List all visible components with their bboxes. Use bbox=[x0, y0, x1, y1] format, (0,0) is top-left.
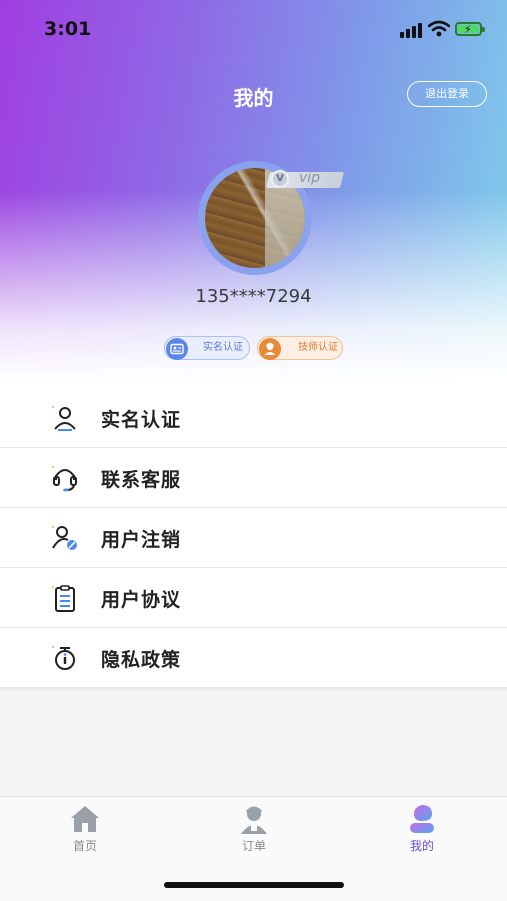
menu-item-realname[interactable]: 实名认证 bbox=[0, 388, 507, 448]
menu-item-label: 用户协议 bbox=[101, 589, 182, 611]
home-indicator bbox=[164, 882, 344, 888]
profile-header: 3:01 ⚡ 我的 退出登录 V vip 135****7294 实名认证 技师… bbox=[0, 0, 507, 390]
mine-icon bbox=[410, 805, 434, 833]
home-icon bbox=[71, 806, 99, 832]
battery-icon: ⚡ bbox=[455, 22, 485, 36]
status-bar: 3:01 ⚡ bbox=[0, 0, 507, 60]
tab-mine[interactable]: 我的 bbox=[382, 803, 462, 854]
menu-item-deregister[interactable]: 用户注销 bbox=[0, 508, 507, 568]
menu-item-label: 联系客服 bbox=[101, 469, 182, 491]
menu-item-label: 隐私政策 bbox=[101, 649, 182, 671]
user-cancel-icon bbox=[52, 526, 77, 550]
menu-item-label: 用户注销 bbox=[101, 529, 182, 551]
menu-shadow bbox=[0, 688, 507, 692]
menu-item-label: 实名认证 bbox=[101, 409, 182, 431]
tab-label: 我的 bbox=[409, 839, 434, 853]
technician-chip-label: 技师认证 bbox=[298, 342, 338, 353]
status-time: 3:01 bbox=[44, 18, 92, 40]
phone-number: 135****7294 bbox=[195, 286, 312, 307]
realname-chip-label: 实名认证 bbox=[203, 342, 243, 353]
realname-chip[interactable]: 实名认证 bbox=[164, 336, 250, 360]
technician-icon bbox=[259, 338, 281, 360]
clipboard-icon bbox=[52, 585, 75, 612]
tab-label: 首页 bbox=[72, 839, 97, 853]
vip-label: vip bbox=[299, 170, 321, 186]
technician-chip[interactable]: 技师认证 bbox=[257, 336, 343, 360]
tab-orders[interactable]: 订单 bbox=[214, 803, 294, 854]
tab-label: 订单 bbox=[241, 839, 266, 853]
menu-item-privacy-policy[interactable]: 隐私政策 bbox=[0, 628, 507, 688]
menu-item-user-agreement[interactable]: 用户协议 bbox=[0, 568, 507, 628]
headset-icon bbox=[52, 466, 77, 492]
vip-badge-icon: V bbox=[271, 170, 289, 188]
cellular-signal-icon bbox=[400, 22, 422, 38]
menu-item-customer-service[interactable]: 联系客服 bbox=[0, 448, 507, 508]
settings-menu: 实名认证 联系客服 用户注销 用户协议 隐私政策 bbox=[0, 388, 507, 688]
privacy-icon bbox=[52, 646, 75, 670]
logout-button[interactable]: 退出登录 bbox=[407, 81, 487, 107]
id-card-icon bbox=[166, 338, 188, 360]
wifi-icon bbox=[428, 20, 450, 37]
orders-icon bbox=[241, 806, 267, 834]
user-icon bbox=[52, 406, 76, 431]
tab-home[interactable]: 首页 bbox=[45, 803, 125, 854]
